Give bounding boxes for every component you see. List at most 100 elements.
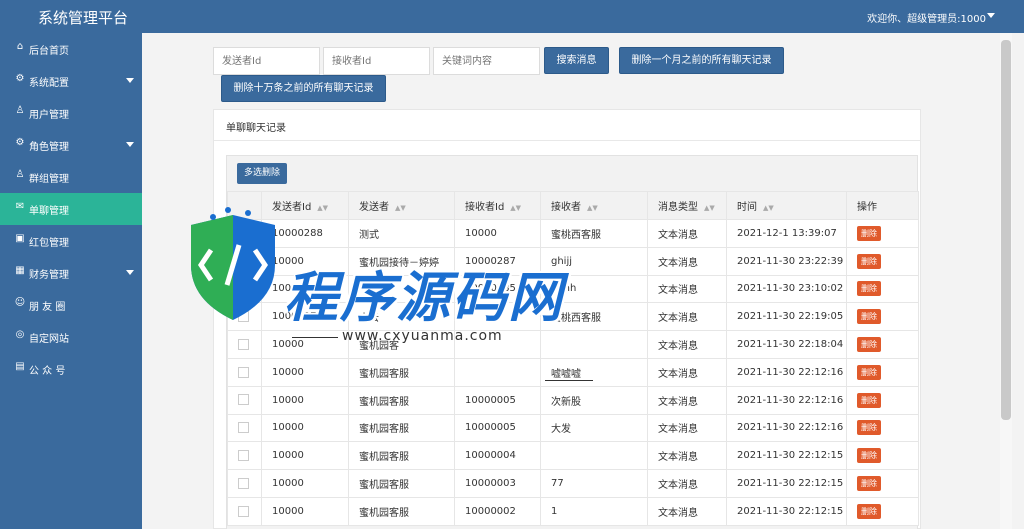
sidebar-item-official-account[interactable]: ▤ 公 众 号 [0,353,142,385]
delete-button[interactable]: 删除 [857,476,881,492]
delete-100k-button[interactable]: 删除十万条之前的所有聊天记录 [221,75,386,102]
cell-receiver-id: 10000 [454,219,541,248]
cell-type: 文本消息 [647,219,727,248]
actions-cell: 删除 [846,219,919,248]
actions-cell: 删除 [846,302,919,332]
gear-icon: ⚙ [15,73,25,84]
sort-icon[interactable]: ▲▼ [763,204,774,212]
header-label: 发送者 [359,202,389,213]
row-checkbox[interactable] [238,394,249,406]
cell-sender-id: 10000 [261,441,349,471]
select-cell [227,330,262,359]
row-checkbox[interactable] [238,477,249,489]
moments-icon: ☺ [14,297,26,308]
delete-button[interactable]: 删除 [857,337,881,353]
delete-button[interactable]: 删除 [857,448,881,464]
cell-type: 文本消息 [647,330,727,359]
header-time[interactable]: 时间 ▲▼ [726,191,847,220]
cell-sender: 蜜机园客服 [348,441,455,471]
delete-button[interactable]: 删除 [857,392,881,408]
actions-cell: 删除 [846,330,919,359]
user-icon: ♙ [15,105,25,116]
home-icon: ⌂ [16,41,24,52]
row-checkbox[interactable] [238,422,249,434]
chevron-down-icon [126,142,134,147]
sidebar-item-gear[interactable]: ⚙ 系统配置 [0,65,142,97]
header-sender[interactable]: 发送者 ▲▼ [348,191,455,220]
row-checkbox[interactable] [238,450,249,462]
header-label: 消息类型 [658,202,698,213]
user-menu[interactable]: 欢迎你、超级管理员:1000 [867,10,986,25]
delete-button[interactable]: 删除 [857,253,881,269]
panel-title: 单聊聊天记录 [226,123,286,134]
app-title: 系统管理平台 [38,9,129,27]
cell-type: 文本消息 [647,496,727,526]
sort-icon[interactable]: ▲▼ [317,204,328,212]
cell-time: 2021-11-30 22:12:16 [726,357,847,387]
actions-cell: 删除 [846,385,919,415]
sort-icon[interactable]: ▲▼ [510,204,521,212]
cell-receiver: 1 [540,496,648,526]
header-receiver-id[interactable]: 接收者Id ▲▼ [454,191,541,220]
sidebar-item-group[interactable]: ♙ 群组管理 [0,161,142,193]
delete-button[interactable]: 删除 [857,503,881,519]
sidebar-item-finance[interactable]: ▦ 财务管理 [0,257,142,289]
delete-button[interactable]: 删除 [857,364,881,380]
sidebar: ⌂ 后台首页 ⚙ 系统配置 ♙ 用户管理 ⚙ 角色管理 ♙ 群组管理 ✉ 单聊管理 ▣ 红包管理 ▦ 财务管理… [0,33,142,529]
row-checkbox[interactable] [238,505,249,517]
sidebar-item-chat[interactable]: ✉ 单聊管理 [0,193,142,225]
watermark-title: 程序源码网 [284,266,564,329]
chevron-down-icon[interactable] [987,13,995,18]
table-row: 10000 蜜机园客服 嘘嘘嘘 文本消息 2021-11-30 22:12:16 删除 [227,357,919,387]
select-cell [227,413,262,443]
sidebar-item-redpacket[interactable]: ▣ 红包管理 [0,225,142,257]
cell-type: 文本消息 [647,385,727,415]
sidebar-item-roles[interactable]: ⚙ 角色管理 [0,129,142,161]
delete-month-button[interactable]: 删除一个月之前的所有聊天记录 [619,47,784,74]
sidebar-item-label: 财务管理 [29,270,69,281]
actions-cell: 删除 [846,441,919,471]
cell-sender-id: 10000 [261,469,349,498]
sort-icon[interactable]: ▲▼ [587,204,598,212]
header-message-type[interactable]: 消息类型 ▲▼ [647,191,727,220]
delete-button[interactable]: 删除 [857,281,881,297]
top-bar: 系统管理平台 欢迎你、超级管理员:1000 [0,0,1024,33]
batch-delete-button[interactable]: 多选删除 [237,163,287,184]
scrollbar-thumb[interactable] [1001,40,1011,420]
select-cell [227,469,262,498]
sidebar-item-website[interactable]: ◎ 自定网站 [0,321,142,353]
delete-button[interactable]: 删除 [857,225,881,241]
keyword-input[interactable] [433,47,540,75]
sender-id-input[interactable] [213,47,320,75]
search-button[interactable]: 搜索消息 [544,47,609,74]
cell-receiver-id: 10000002 [454,496,541,526]
cell-time: 2021-11-30 22:19:05 [726,302,847,332]
table-row: 10000288 测式 10000 蜜桃西客服 文本消息 2021-12-1 13:39:… [227,219,919,248]
cell-sender-id: 10000 [261,496,349,526]
cell-receiver: 77 [540,469,648,498]
select-cell [227,496,262,526]
row-checkbox[interactable] [238,338,249,350]
cell-receiver: 次新股 [540,385,648,415]
table-row: 10000 蜜机园客服 10000005 次新股 文本消息 2021-11-30 22:1… [227,385,919,415]
receiver-id-input[interactable] [323,47,430,75]
sidebar-item-user[interactable]: ♙ 用户管理 [0,97,142,129]
sidebar-item-home[interactable]: ⌂ 后台首页 [0,33,142,65]
table-row: 10000 蜜机园客服 10000002 1 文本消息 2021-11-30 22:12:… [227,496,919,526]
delete-button[interactable]: 删除 [857,309,881,325]
cell-sender-id: 10000 [261,413,349,443]
sort-icon[interactable]: ▲▼ [395,204,406,212]
cell-type: 文本消息 [647,274,727,304]
sidebar-item-moments[interactable]: ☺ 朋 友 圈 [0,289,142,321]
sort-icon[interactable]: ▲▼ [704,204,715,212]
actions-cell: 删除 [846,413,919,443]
cell-receiver-id [454,357,541,387]
chevron-down-icon [126,78,134,83]
header-receiver[interactable]: 接收者 ▲▼ [540,191,648,220]
actions-cell: 删除 [846,496,919,526]
row-checkbox[interactable] [238,366,249,378]
group-icon: ♙ [15,169,25,180]
delete-button[interactable]: 删除 [857,420,881,436]
sidebar-item-label: 公 众 号 [29,366,66,377]
cell-receiver-id: 10000004 [454,441,541,471]
